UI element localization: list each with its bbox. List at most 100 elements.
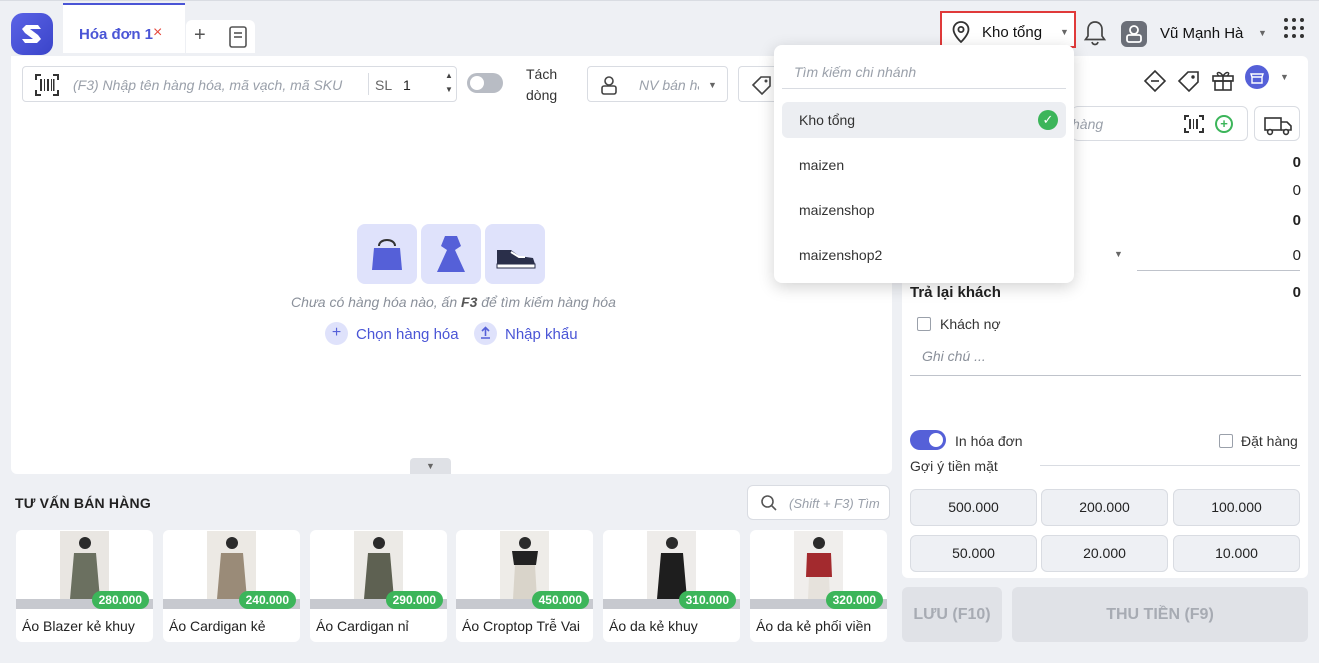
product-card[interactable]: 290.000 Áo Cardigan nỉ <box>310 530 447 642</box>
caret-down-icon[interactable]: ▼ <box>1114 249 1123 259</box>
voucher-icon[interactable] <box>1142 68 1168 97</box>
order-checkbox[interactable] <box>1219 434 1233 448</box>
branch-option[interactable]: Kho tổng ✓ <box>782 102 1066 138</box>
tab-invoice-1[interactable]: Hóa đơn 1 × <box>63 3 185 53</box>
upload-icon <box>474 322 497 345</box>
branch-option-label: maizenshop2 <box>799 247 883 263</box>
branch-dropdown: Tìm kiếm chi nhánh Kho tổng ✓ maizen mai… <box>774 45 1074 283</box>
product-name: Áo da kẻ khuy <box>609 618 698 634</box>
store-icon[interactable] <box>1244 64 1270 93</box>
note-placeholder: Ghi chú ... <box>922 348 986 364</box>
product-name: Áo Blazer kẻ khuy <box>22 618 135 634</box>
debt-checkbox[interactable] <box>917 317 931 331</box>
plus-icon: + <box>325 322 348 345</box>
payable-amount: 0 <box>1292 212 1301 229</box>
add-tab-button[interactable]: + <box>194 24 206 47</box>
customer-search-input[interactable]: hàng + <box>1072 106 1248 141</box>
qty-label: SL <box>375 77 393 93</box>
product-card[interactable]: 280.000 Áo Blazer kẻ khuy <box>16 530 153 642</box>
note-input[interactable]: Ghi chú ... <box>910 346 1301 376</box>
cash-option-button[interactable]: 10.000 <box>1173 535 1300 572</box>
seller-icon <box>600 75 618 98</box>
top-bar: Hóa đơn 1 × + Kho tổng ▼ Vũ Mạnh Hà ▼ <box>0 0 1319 56</box>
shoe-icon <box>485 224 545 284</box>
product-card[interactable]: 320.000 Áo da kẻ phối viền <box>750 530 887 642</box>
return-label: Trả lại khách <box>910 284 1001 301</box>
bell-icon[interactable] <box>1083 20 1107 49</box>
barcode-icon <box>35 74 59 99</box>
price-badge: 310.000 <box>678 591 736 609</box>
debt-label: Khách nợ <box>940 316 1001 332</box>
product-image <box>354 531 403 599</box>
branch-option[interactable]: maizen <box>782 147 1066 183</box>
split-line-label: Tách dòng <box>526 66 558 103</box>
tags-icon[interactable] <box>1176 68 1202 97</box>
cash-suggestion-label: Gợi ý tiền mặt <box>910 458 998 474</box>
product-card[interactable]: 240.000 Áo Cardigan kẻ <box>163 530 300 642</box>
cash-option-button[interactable]: 200.000 <box>1041 489 1168 526</box>
save-button[interactable]: LƯU (F10) <box>902 587 1002 642</box>
qty-input[interactable]: 1 <box>403 77 411 93</box>
tab-tools: + <box>186 20 255 53</box>
branch-option-label: maizenshop <box>799 202 875 218</box>
price-badge: 450.000 <box>531 591 589 609</box>
print-invoice-toggle[interactable] <box>910 430 946 450</box>
suggestions-search-input[interactable]: (Shift + F3) Tìm <box>747 485 890 520</box>
gift-icon[interactable] <box>1210 67 1236 96</box>
pay-button[interactable]: THU TIỀN (F9) <box>1012 587 1308 642</box>
empty-msg-key: F3 <box>461 294 478 310</box>
product-card[interactable]: 310.000 Áo da kẻ khuy <box>603 530 740 642</box>
cash-option-button[interactable]: 20.000 <box>1041 535 1168 572</box>
import-label: Nhập khẩu <box>505 326 578 343</box>
add-customer-icon[interactable]: + <box>1215 115 1233 133</box>
cash-option-button[interactable]: 100.000 <box>1173 489 1300 526</box>
product-search-input[interactable]: (F3) Nhập tên hàng hóa, mã vạch, mã SKU … <box>22 66 457 102</box>
cash-option-button[interactable]: 500.000 <box>910 489 1037 526</box>
print-invoice-label: In hóa đơn <box>955 433 1023 449</box>
cart-panel: (F3) Nhập tên hàng hóa, mã vạch, mã SKU … <box>11 56 892 474</box>
empty-state-message: Chưa có hàng hóa nào, ấn F3 để tìm kiếm … <box>291 294 616 310</box>
receipt-icon[interactable] <box>228 26 248 51</box>
product-name: Áo Croptop Trễ Vai <box>462 618 581 634</box>
apps-grid-icon[interactable] <box>1284 18 1306 40</box>
total-amount: 0 <box>1292 154 1301 171</box>
seller-select[interactable]: NV bán hàng ▼ <box>587 66 728 102</box>
delivery-button[interactable] <box>1254 106 1300 141</box>
customer-paid-input[interactable]: 0 <box>1241 247 1301 264</box>
caret-down-icon[interactable]: ▼ <box>1258 28 1267 38</box>
close-tab-icon[interactable]: × <box>153 24 162 42</box>
empty-msg-prefix: Chưa có hàng hóa nào, ấn <box>291 294 462 310</box>
empty-msg-suffix: để tìm kiếm hàng hóa <box>477 294 616 310</box>
dress-icon <box>421 224 481 284</box>
branch-option[interactable]: maizenshop <box>782 192 1066 228</box>
branch-search-input[interactable]: Tìm kiếm chi nhánh <box>782 55 1066 89</box>
search-icon <box>760 494 778 515</box>
product-image <box>794 531 843 599</box>
scan-icon[interactable] <box>1184 115 1204 136</box>
paid-input-underline <box>1137 270 1300 271</box>
caret-down-icon: ▼ <box>1060 27 1069 37</box>
avatar[interactable] <box>1121 21 1147 47</box>
split-line-toggle[interactable] <box>467 73 503 93</box>
branch-selector[interactable]: Kho tổng ▼ <box>940 11 1076 48</box>
branch-option[interactable]: maizenshop2 <box>782 237 1066 273</box>
qty-up-icon[interactable]: ▲ <box>445 71 453 80</box>
branch-label: Kho tổng <box>982 24 1043 41</box>
empty-state-illustration <box>357 224 547 284</box>
product-name: Áo Cardigan kẻ <box>169 618 266 634</box>
product-image <box>500 531 549 599</box>
price-badge: 240.000 <box>238 591 296 609</box>
bag-icon <box>357 224 417 284</box>
tab-label: Hóa đơn 1 <box>79 26 154 43</box>
cash-option-button[interactable]: 50.000 <box>910 535 1037 572</box>
collapse-handle[interactable]: ▼ <box>410 458 451 474</box>
branch-search-placeholder: Tìm kiếm chi nhánh <box>794 64 917 80</box>
qty-down-icon[interactable]: ▼ <box>445 85 453 94</box>
tag-icon <box>751 75 773 98</box>
product-name: Áo Cardigan nỉ <box>316 618 409 634</box>
caret-down-icon[interactable]: ▼ <box>1280 72 1289 82</box>
user-name[interactable]: Vũ Mạnh Hà <box>1160 25 1243 42</box>
discount-amount: 0 <box>1292 182 1301 199</box>
product-card[interactable]: 450.000 Áo Croptop Trễ Vai <box>456 530 593 642</box>
customer-placeholder: hàng <box>1072 116 1104 132</box>
